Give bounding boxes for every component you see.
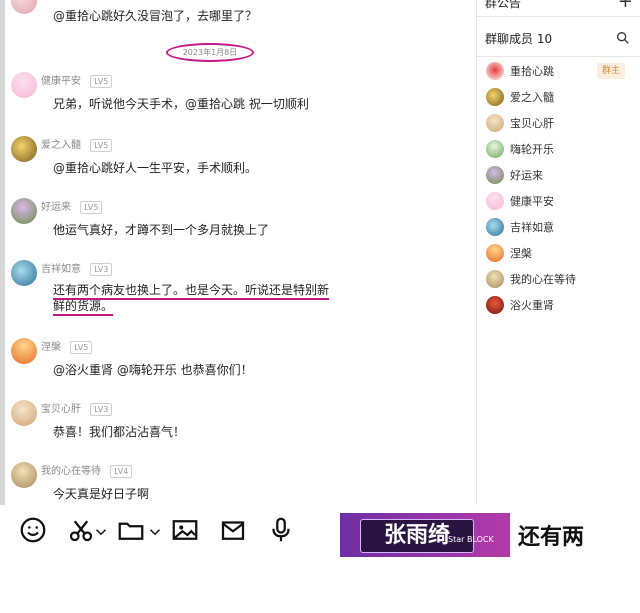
message-text: @重拾心跳好久没冒泡了，去哪里了？ — [53, 9, 258, 23]
member-item[interactable]: 我的心在等待 — [477, 266, 640, 292]
empty-input-area[interactable] — [0, 560, 640, 613]
sender-name: 吉祥如意 LV3 — [41, 260, 113, 276]
member-name: 浴火重肾 — [510, 299, 554, 312]
banner-purple-panel: 张雨绮 Star BLOCK — [340, 513, 510, 557]
chat-window: @重拾心跳好久没冒泡了，去哪里了？ 2023年1月8日 健康平安 LV5 兄弟，… — [0, 0, 640, 613]
sender-name-text: 涅槃 — [41, 342, 61, 353]
avatar — [486, 88, 504, 106]
level-badge: LV5 — [90, 139, 113, 152]
member-name: 重拾心跳 — [510, 65, 554, 78]
folder-icon[interactable] — [116, 515, 146, 545]
sender-name: 涅槃 LV5 — [41, 338, 93, 354]
owner-badge: 群主 — [597, 63, 625, 79]
add-icon[interactable]: + — [618, 0, 633, 12]
search-icon[interactable] — [615, 30, 631, 46]
message-health: 健康平安 LV5 兄弟，听说他今天手术，@重拾心跳 祝一切顺利 — [5, 70, 475, 120]
sender-name-text: 宝贝心肝 — [41, 404, 81, 415]
members-header: 群聊成员 10 — [477, 20, 640, 57]
level-badge: LV5 — [70, 341, 93, 354]
avatar — [486, 192, 504, 210]
avatar — [486, 62, 504, 80]
member-item[interactable]: 好运来 — [477, 162, 640, 188]
member-item[interactable]: 嗨轮开乐 — [477, 136, 640, 162]
member-name: 我的心在等待 — [510, 273, 576, 286]
member-item[interactable]: 重拾心跳 群主 — [477, 58, 640, 84]
chevron-down-icon[interactable] — [146, 523, 164, 541]
member-item[interactable]: 健康平安 — [477, 188, 640, 214]
video-overlay-banner: 张雨绮 Star BLOCK 还有两 — [340, 513, 640, 557]
message-love: 爱之入髓 LV5 @重拾心跳好人一生平安，手术顺利。 — [5, 134, 475, 184]
avatar — [486, 140, 504, 158]
avatar[interactable] — [11, 338, 37, 364]
level-badge: LV5 — [90, 75, 113, 88]
date-separator: 2023年1月8日 — [166, 43, 254, 62]
level-badge: LV3 — [90, 263, 113, 276]
avatar[interactable] — [11, 72, 37, 98]
avatar[interactable] — [11, 198, 37, 224]
member-name: 好运来 — [510, 169, 543, 182]
microphone-icon[interactable] — [266, 515, 296, 545]
member-name: 健康平安 — [510, 195, 554, 208]
sender-name: 我的心在等待 LV4 — [41, 462, 133, 478]
subtitle-text: 还有两 — [518, 525, 585, 550]
message-text: 恭喜！我们都沾沾喜气！ — [53, 425, 186, 439]
announcement-header[interactable]: 群公告 + — [477, 0, 640, 17]
group-sidebar: 群公告 + 群聊成员 10 重拾心跳 群主 爱之入髓 宝贝心肝 嗨轮开乐 好运来… — [476, 0, 640, 505]
member-name: 吉祥如意 — [510, 221, 554, 234]
message-text: 还有两个病友也换上了。也是今天。听说还是特别新 鲜的货源。 — [53, 282, 330, 316]
member-name: 嗨轮开乐 — [510, 143, 554, 156]
member-name: 宝贝心肝 — [510, 117, 554, 130]
avatar — [486, 166, 504, 184]
sender-name-text: 我的心在等待 — [41, 466, 101, 477]
emoji-icon[interactable] — [18, 515, 48, 545]
sender-name-text: 健康平安 — [41, 76, 81, 87]
sender-name: 好运来 LV5 — [41, 198, 103, 214]
message-baby: 宝贝心肝 LV3 恭喜！我们都沾沾喜气！ — [5, 398, 475, 448]
avatar — [486, 296, 504, 314]
avatar[interactable] — [11, 462, 37, 488]
message-text: 今天真是好日子啊 — [53, 487, 150, 501]
sender-name-text: 好运来 — [41, 202, 71, 213]
avatar — [486, 270, 504, 288]
avatar — [486, 114, 504, 132]
avatar[interactable] — [11, 136, 37, 162]
chat-message-area[interactable]: @重拾心跳好久没冒泡了，去哪里了？ 2023年1月8日 健康平安 LV5 兄弟，… — [5, 0, 475, 510]
message-text: 他运气真好，才蹲不到一个多月就换上了 — [53, 223, 270, 237]
member-name: 涅槃 — [510, 247, 532, 260]
message-text: @重拾心跳好人一生平安，手术顺利。 — [53, 161, 258, 175]
message-text: @浴火重肾 @嗨轮开乐 也恭喜你们！ — [53, 363, 253, 377]
members-title: 群聊成员 10 — [485, 32, 553, 46]
member-item[interactable]: 浴火重肾 — [477, 292, 640, 318]
sender-name-text: 爱之入髓 — [41, 140, 81, 151]
avatar — [486, 218, 504, 236]
member-name: 爱之入髓 — [510, 91, 554, 104]
avatar[interactable] — [11, 260, 37, 286]
sender-name: 宝贝心肝 LV3 — [41, 400, 113, 416]
member-item[interactable]: 吉祥如意 — [477, 214, 640, 240]
sender-name-text: 吉祥如意 — [41, 264, 81, 275]
level-badge: LV3 — [90, 403, 113, 416]
member-item[interactable]: 宝贝心肝 — [477, 110, 640, 136]
avatar — [486, 244, 504, 262]
message-waiting: 我的心在等待 LV4 今天真是好日子啊 — [5, 460, 475, 510]
sender-name: 爱之入髓 LV5 — [41, 136, 113, 152]
top-message: @重拾心跳好久没冒泡了，去哪里了？ — [5, 0, 475, 30]
level-badge: LV5 — [80, 201, 103, 214]
highlighted-text-line: 鲜的货源。 — [53, 299, 114, 316]
message-lucky: 好运来 LV5 他运气真好，才蹲不到一个多月就换上了 — [5, 196, 475, 246]
chevron-down-icon[interactable] — [92, 523, 110, 541]
brand-tag: Star BLOCK — [448, 535, 494, 544]
sender-name: 健康平安 LV5 — [41, 72, 113, 88]
message-auspicious: 吉祥如意 LV3 还有两个病友也换上了。也是今天。听说还是特别新 鲜的货源。 — [5, 258, 475, 318]
member-item[interactable]: 涅槃 — [477, 240, 640, 266]
avatar[interactable] — [11, 400, 37, 426]
message-text: 兄弟，听说他今天手术，@重拾心跳 祝一切顺利 — [53, 97, 309, 111]
avatar[interactable] — [11, 0, 37, 14]
image-icon[interactable] — [170, 515, 200, 545]
member-item[interactable]: 爱之入髓 — [477, 84, 640, 110]
envelope-icon[interactable] — [218, 515, 248, 545]
level-badge: LV4 — [110, 465, 133, 478]
message-nirvana: 涅槃 LV5 @浴火重肾 @嗨轮开乐 也恭喜你们！ — [5, 336, 475, 386]
announcement-title: 群公告 — [485, 0, 522, 10]
